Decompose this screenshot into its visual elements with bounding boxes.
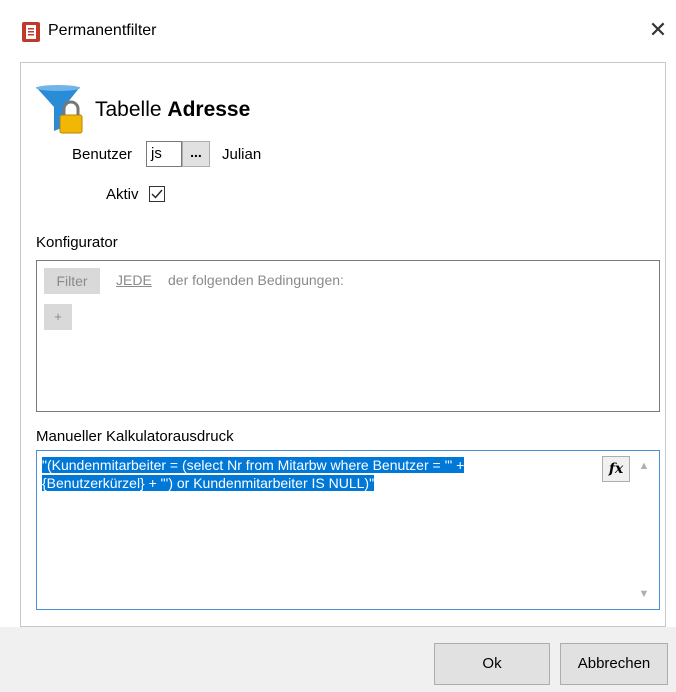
konfigurator-label: Konfigurator bbox=[36, 234, 118, 251]
function-button[interactable]: fx bbox=[602, 456, 630, 482]
jede-link[interactable]: JEDE bbox=[116, 272, 152, 288]
expression-text: "(Kundenmitarbeiter = (select Nr from Mi… bbox=[42, 456, 597, 492]
ok-button[interactable]: Ok bbox=[434, 643, 550, 685]
aktiv-checkbox[interactable] bbox=[149, 186, 165, 202]
table-title: Tabelle Adresse bbox=[95, 98, 250, 122]
conditions-text: der folgenden Bedingungen: bbox=[168, 272, 344, 288]
expression-line-1: "(Kundenmitarbeiter = (select Nr from Mi… bbox=[42, 457, 465, 473]
checkmark-icon bbox=[151, 189, 163, 199]
benutzer-name: Julian bbox=[222, 146, 262, 163]
window-title: Permanentfilter bbox=[48, 22, 157, 39]
title-bar: Permanentfilter ✕ bbox=[0, 0, 676, 62]
scroll-up-icon[interactable]: ▲ bbox=[636, 460, 652, 476]
benutzer-label: Benutzer bbox=[72, 146, 133, 163]
cancel-button[interactable]: Abbrechen bbox=[560, 643, 668, 685]
scroll-down-icon[interactable]: ▼ bbox=[636, 588, 652, 604]
close-button[interactable]: ✕ bbox=[646, 18, 670, 42]
table-name: Adresse bbox=[167, 98, 251, 121]
add-condition-button[interactable]: + bbox=[44, 304, 72, 330]
app-document-icon bbox=[22, 22, 40, 42]
table-prefix: Tabelle bbox=[95, 98, 162, 121]
benutzer-input[interactable]: js bbox=[146, 141, 182, 167]
benutzer-browse-button[interactable]: ... bbox=[182, 141, 210, 167]
kalkulator-label: Manueller Kalkulatorausdruck bbox=[36, 428, 234, 445]
filter-button[interactable]: Filter bbox=[44, 268, 100, 294]
expression-line-2: {Benutzerkürzel} + "') or Kundenmitarbei… bbox=[42, 475, 375, 491]
funnel-lock-icon bbox=[36, 85, 83, 134]
aktiv-label: Aktiv bbox=[106, 186, 139, 203]
